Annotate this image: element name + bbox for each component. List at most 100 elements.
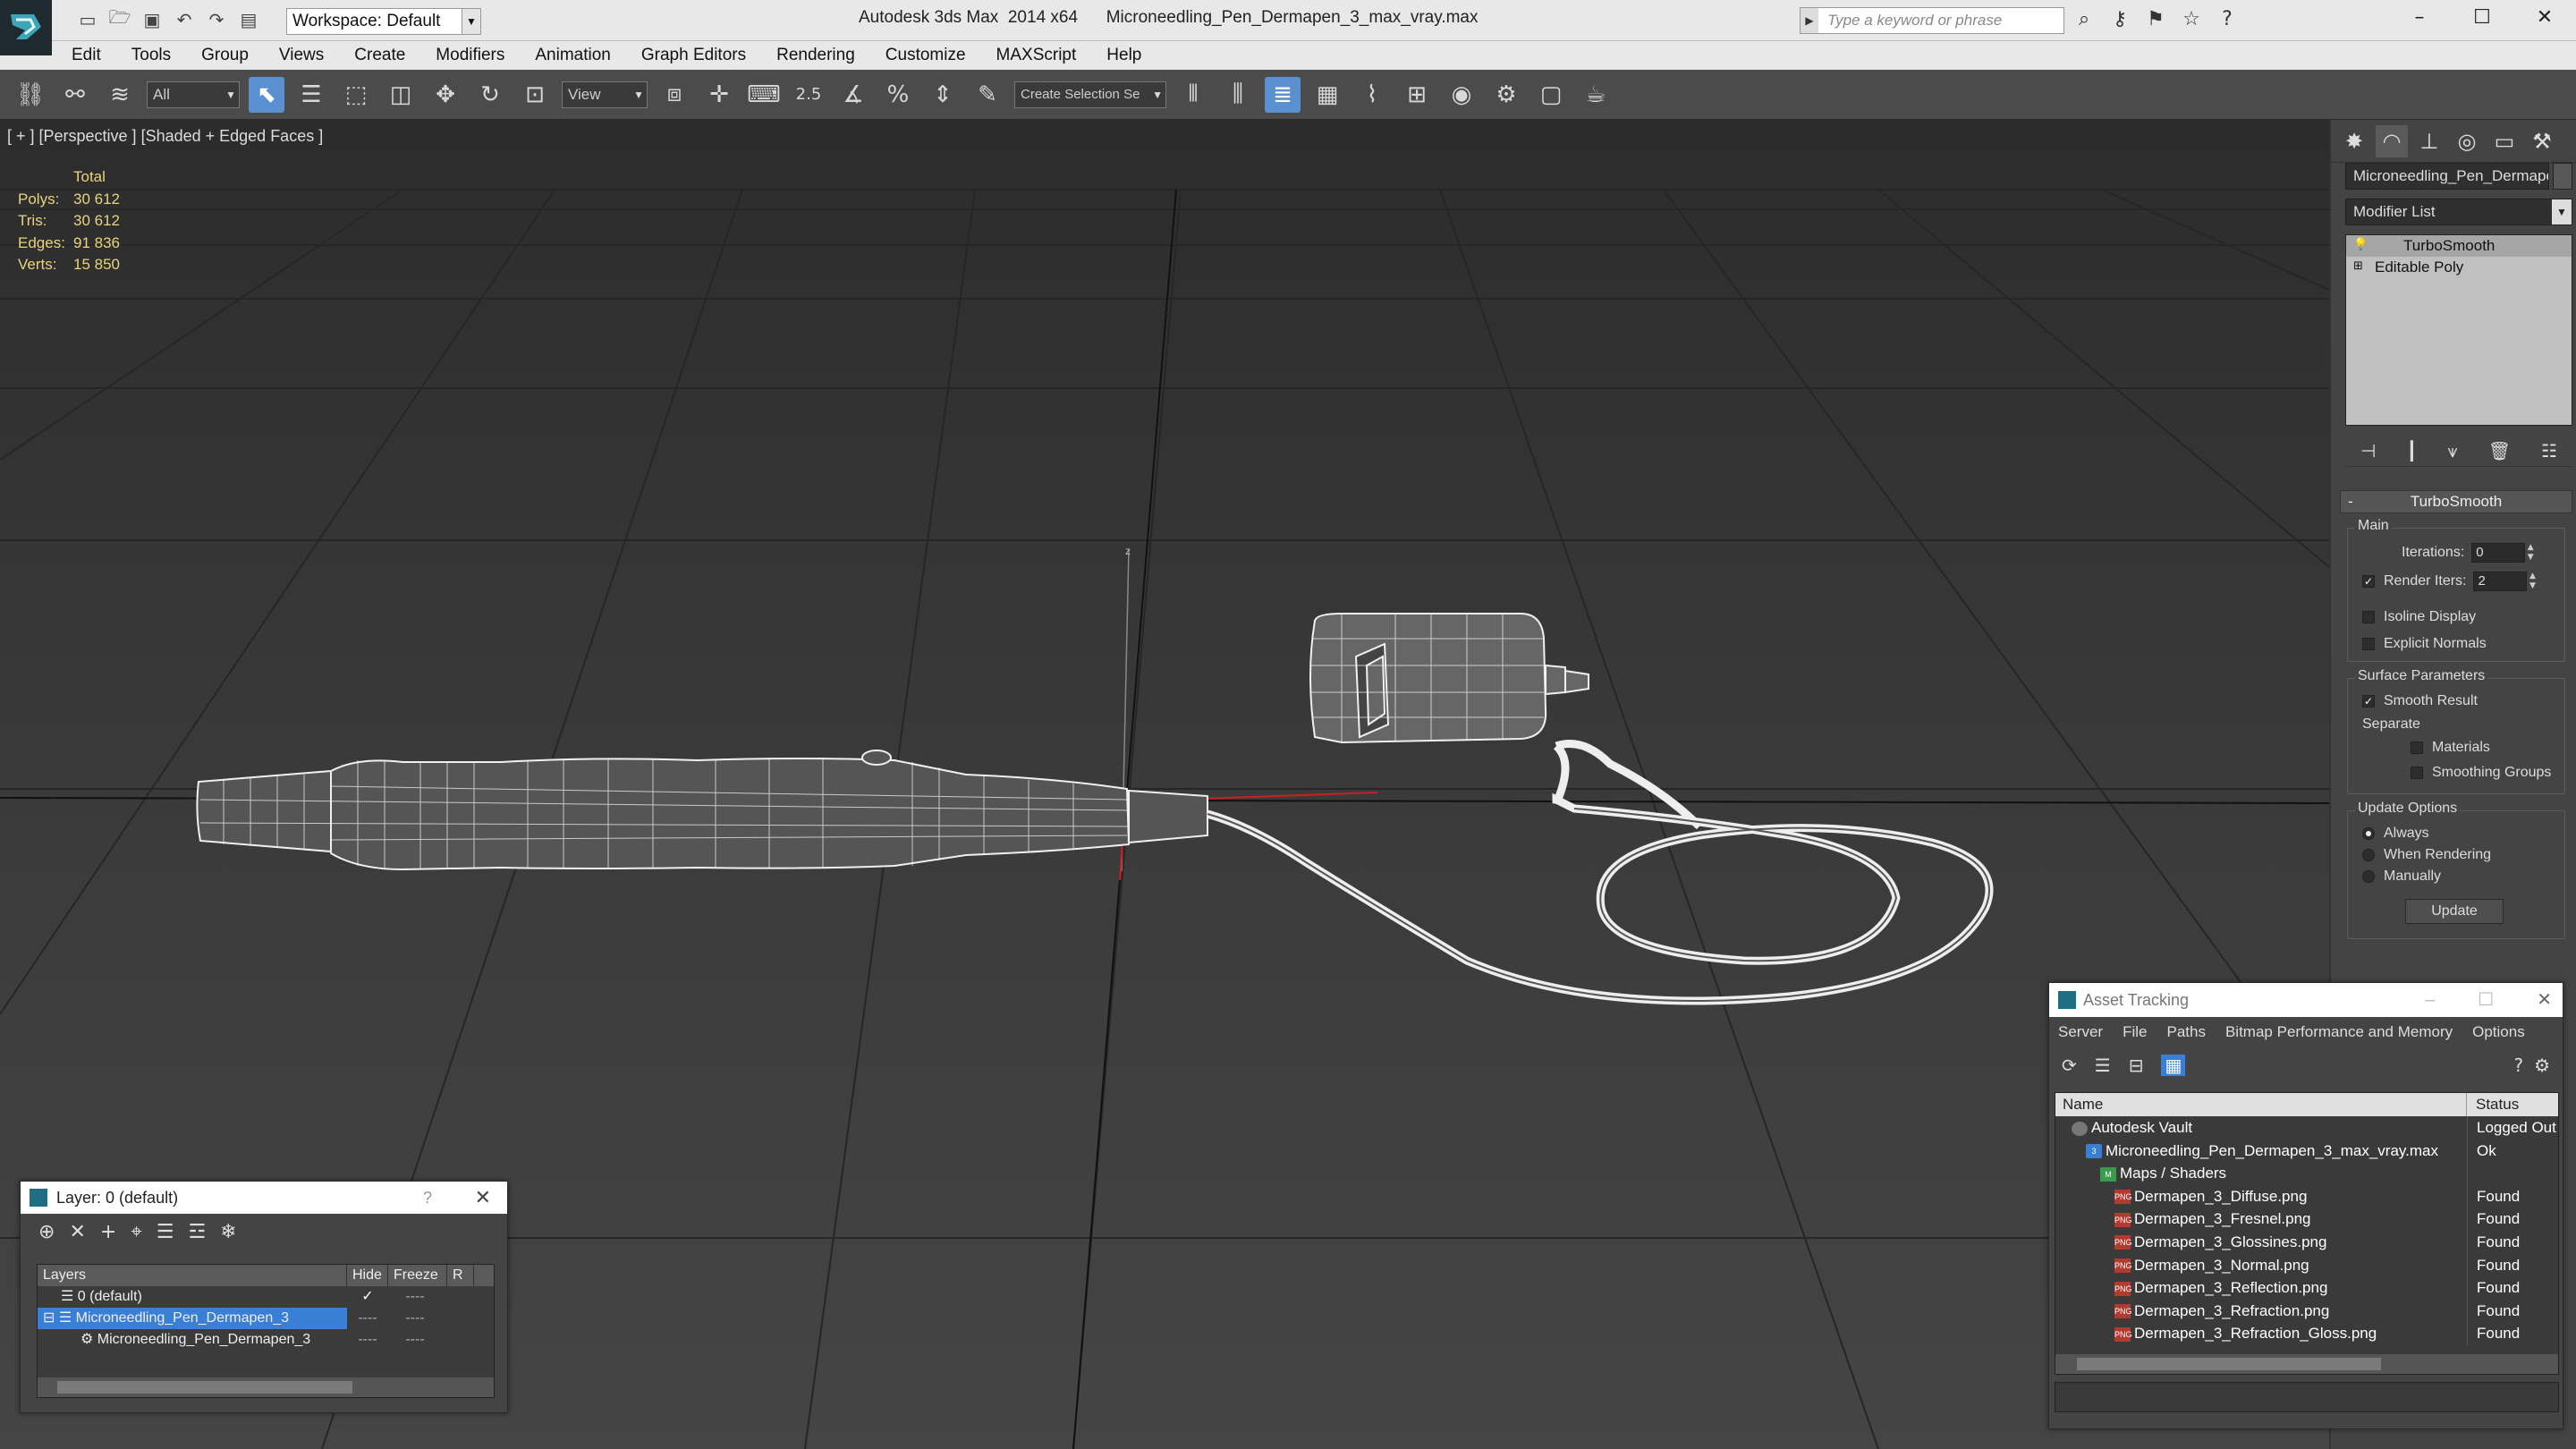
utilities-tab-icon[interactable]: ⚒ [2526, 125, 2558, 157]
help-icon[interactable]: ? [2513, 1055, 2523, 1076]
render-iters-spinner[interactable]: 2 [2473, 572, 2528, 591]
asset-row[interactable]: 3 Microneedling_Pen_Dermapen_3_max_vray.m… [2055, 1139, 2558, 1163]
isoline-checkbox[interactable] [2362, 611, 2375, 623]
object-name-field[interactable]: Microneedling_Pen_Dermapen_3 [2345, 163, 2549, 190]
binoculars-icon[interactable]: ⌕ [2072, 7, 2097, 32]
align-icon[interactable]: ⫼ [1220, 77, 1256, 113]
col-layers[interactable]: Layers [38, 1265, 347, 1286]
col-name[interactable]: Name [2055, 1093, 2467, 1116]
material-editor-icon[interactable]: ◉ [1444, 77, 1479, 113]
rollout-header[interactable]: - TurboSmooth [2340, 490, 2572, 513]
iterations-spinner[interactable]: 0 [2471, 543, 2526, 563]
select-object-icon[interactable]: ⬉ [249, 76, 284, 113]
motion-tab-icon[interactable]: ◎ [2451, 125, 2483, 157]
menu-customize[interactable]: Customize [886, 46, 966, 65]
asset-row[interactable]: PNG Dermapen_3_Normal.png Found [2055, 1253, 2558, 1277]
menu-maxscript[interactable]: MAXScript [996, 46, 1077, 65]
update-button[interactable]: Update [2405, 899, 2504, 924]
freeze-toggle[interactable]: ---- [388, 1308, 442, 1329]
snaps-toggle-icon[interactable]: 2.5 [791, 77, 826, 113]
freeze-toggle[interactable]: ---- [388, 1286, 442, 1308]
configure-modifier-sets-icon[interactable]: ☷ [2541, 440, 2557, 462]
menu-views[interactable]: Views [279, 46, 324, 65]
close-icon[interactable]: ✕ [2537, 983, 2552, 1017]
save-file-icon[interactable]: ▣ [140, 7, 165, 32]
scrollbar-thumb[interactable] [57, 1381, 352, 1394]
favorites-star-icon[interactable]: ☆ [2179, 7, 2204, 32]
freeze-all-icon[interactable]: ❄ [220, 1221, 236, 1243]
menu-graph-editors[interactable]: Graph Editors [641, 46, 746, 65]
window-crossing-icon[interactable]: ◫ [383, 77, 419, 113]
viewport-label[interactable]: [ + ] [Perspective ] [Shaded + Edged Fac… [7, 127, 323, 146]
asset-row[interactable]: PNG Dermapen_3_Refraction.png Found [2055, 1299, 2558, 1323]
asset-row[interactable]: PNG Dermapen_3_Refraction_Gloss.png Found [2055, 1322, 2558, 1345]
menu-edit[interactable]: Edit [72, 46, 101, 65]
minimize-icon[interactable]: – [2425, 983, 2435, 1017]
always-radio[interactable] [2362, 827, 2375, 840]
delete-layer-icon[interactable]: ✕ [69, 1221, 85, 1243]
menu-options[interactable]: Options [2472, 1023, 2525, 1041]
render-iters-checkbox[interactable]: ✓ [2362, 575, 2375, 588]
keyboard-shortcut-override-icon[interactable]: ⌨ [746, 77, 782, 113]
schematic-view-icon[interactable]: ⊞ [1399, 77, 1435, 113]
make-unique-icon[interactable]: ⩛ [2447, 440, 2457, 462]
workspace-dropdown[interactable]: Workspace: Default ▼ [286, 8, 481, 35]
minimize-icon[interactable]: – [2388, 0, 2451, 36]
create-layer-icon[interactable]: ⊕ [38, 1221, 55, 1243]
search-input[interactable]: ▶ Type a keyword or phrase [1800, 7, 2064, 34]
selection-filter-dropdown[interactable]: All [147, 80, 240, 108]
redo-icon[interactable]: ↷ [204, 7, 229, 32]
layer-row[interactable]: ⚙ Microneedling_Pen_Dermapen_3 ---- ---- [38, 1329, 494, 1351]
col-hide[interactable]: Hide [347, 1265, 388, 1286]
curve-editor-icon[interactable]: ⌇ [1354, 77, 1390, 113]
spinner-snap-icon[interactable]: ⇕ [925, 77, 961, 113]
select-in-layer-icon[interactable]: ⌖ [131, 1221, 141, 1243]
create-tab-icon[interactable]: ✸ [2338, 125, 2370, 157]
spinner-arrows-icon[interactable]: ▲ ▼ [2527, 572, 2538, 591]
layer-row[interactable]: ⊟ ☰ Microneedling_Pen_Dermapen_3 ---- ---- [38, 1308, 494, 1329]
lightbulb-icon[interactable]: 💡 [2353, 239, 2368, 251]
communication-icon[interactable]: ⚑ [2143, 7, 2168, 32]
menu-modifiers[interactable]: Modifiers [436, 46, 504, 65]
link-icon[interactable]: ⛓ [13, 77, 48, 113]
stack-item-turbosmooth[interactable]: 💡 TurboSmooth [2346, 235, 2572, 257]
stack-item-editable-poly[interactable]: ⊞ Editable Poly [2346, 257, 2572, 278]
maximize-icon[interactable]: ☐ [2451, 0, 2513, 36]
render-production-icon[interactable]: ☕ [1578, 77, 1614, 113]
menu-file[interactable]: File [2123, 1023, 2147, 1041]
pin-stack-icon[interactable]: ⊣ [2360, 440, 2376, 462]
col-freeze[interactable]: Freeze [388, 1265, 447, 1286]
table-view-icon[interactable]: ▦ [2161, 1055, 2186, 1076]
menu-create[interactable]: Create [354, 46, 405, 65]
smooth-result-checkbox[interactable]: ✓ [2362, 695, 2375, 708]
list-view-icon[interactable]: ☰ [2095, 1055, 2111, 1076]
select-manipulate-icon[interactable]: ✛ [701, 77, 737, 113]
undo-icon[interactable]: ↶ [172, 7, 197, 32]
smoothing-groups-checkbox[interactable] [2411, 767, 2423, 779]
scale-icon[interactable]: ⊡ [517, 77, 553, 113]
unlink-icon[interactable]: ⚯ [57, 77, 93, 113]
rectangular-selection-icon[interactable]: ⬚ [338, 77, 374, 113]
col-render[interactable]: R [447, 1265, 474, 1286]
layer-row[interactable]: ☰ 0 (default) ✓ ---- [38, 1286, 494, 1308]
dialog-title-bar[interactable]: Asset Tracking – ☐ ✕ [2049, 983, 2563, 1017]
open-file-icon[interactable]: 🗁 [107, 6, 132, 32]
menu-animation[interactable]: Animation [535, 46, 611, 65]
hide-toggle[interactable]: ---- [347, 1329, 388, 1351]
close-icon[interactable]: ✕ [2513, 0, 2576, 36]
render-setup-icon[interactable]: ⚙ [1488, 77, 1524, 113]
rendered-frame-window-icon[interactable]: ▢ [1533, 77, 1569, 113]
hide-toggle[interactable]: ---- [347, 1308, 388, 1329]
modifier-list-dropdown[interactable]: Modifier List ▼ [2345, 199, 2572, 225]
expand-arrow-icon[interactable]: ▶ [1801, 8, 1818, 33]
help-button[interactable]: ? [423, 1182, 432, 1214]
display-tab-icon[interactable]: ▭ [2488, 125, 2521, 157]
asset-row[interactable]: PNG Dermapen_3_Reflection.png Found [2055, 1276, 2558, 1300]
settings-icon[interactable]: ⚙ [2534, 1055, 2550, 1076]
percent-snap-icon[interactable]: % [880, 77, 916, 113]
when-rendering-radio[interactable] [2362, 849, 2375, 861]
help-icon[interactable]: ? [2215, 7, 2240, 32]
tree-view-icon[interactable]: ⊟ [2129, 1055, 2144, 1076]
show-end-result-icon[interactable]: ┃ [2406, 440, 2417, 462]
close-icon[interactable]: ✕ [475, 1182, 491, 1214]
